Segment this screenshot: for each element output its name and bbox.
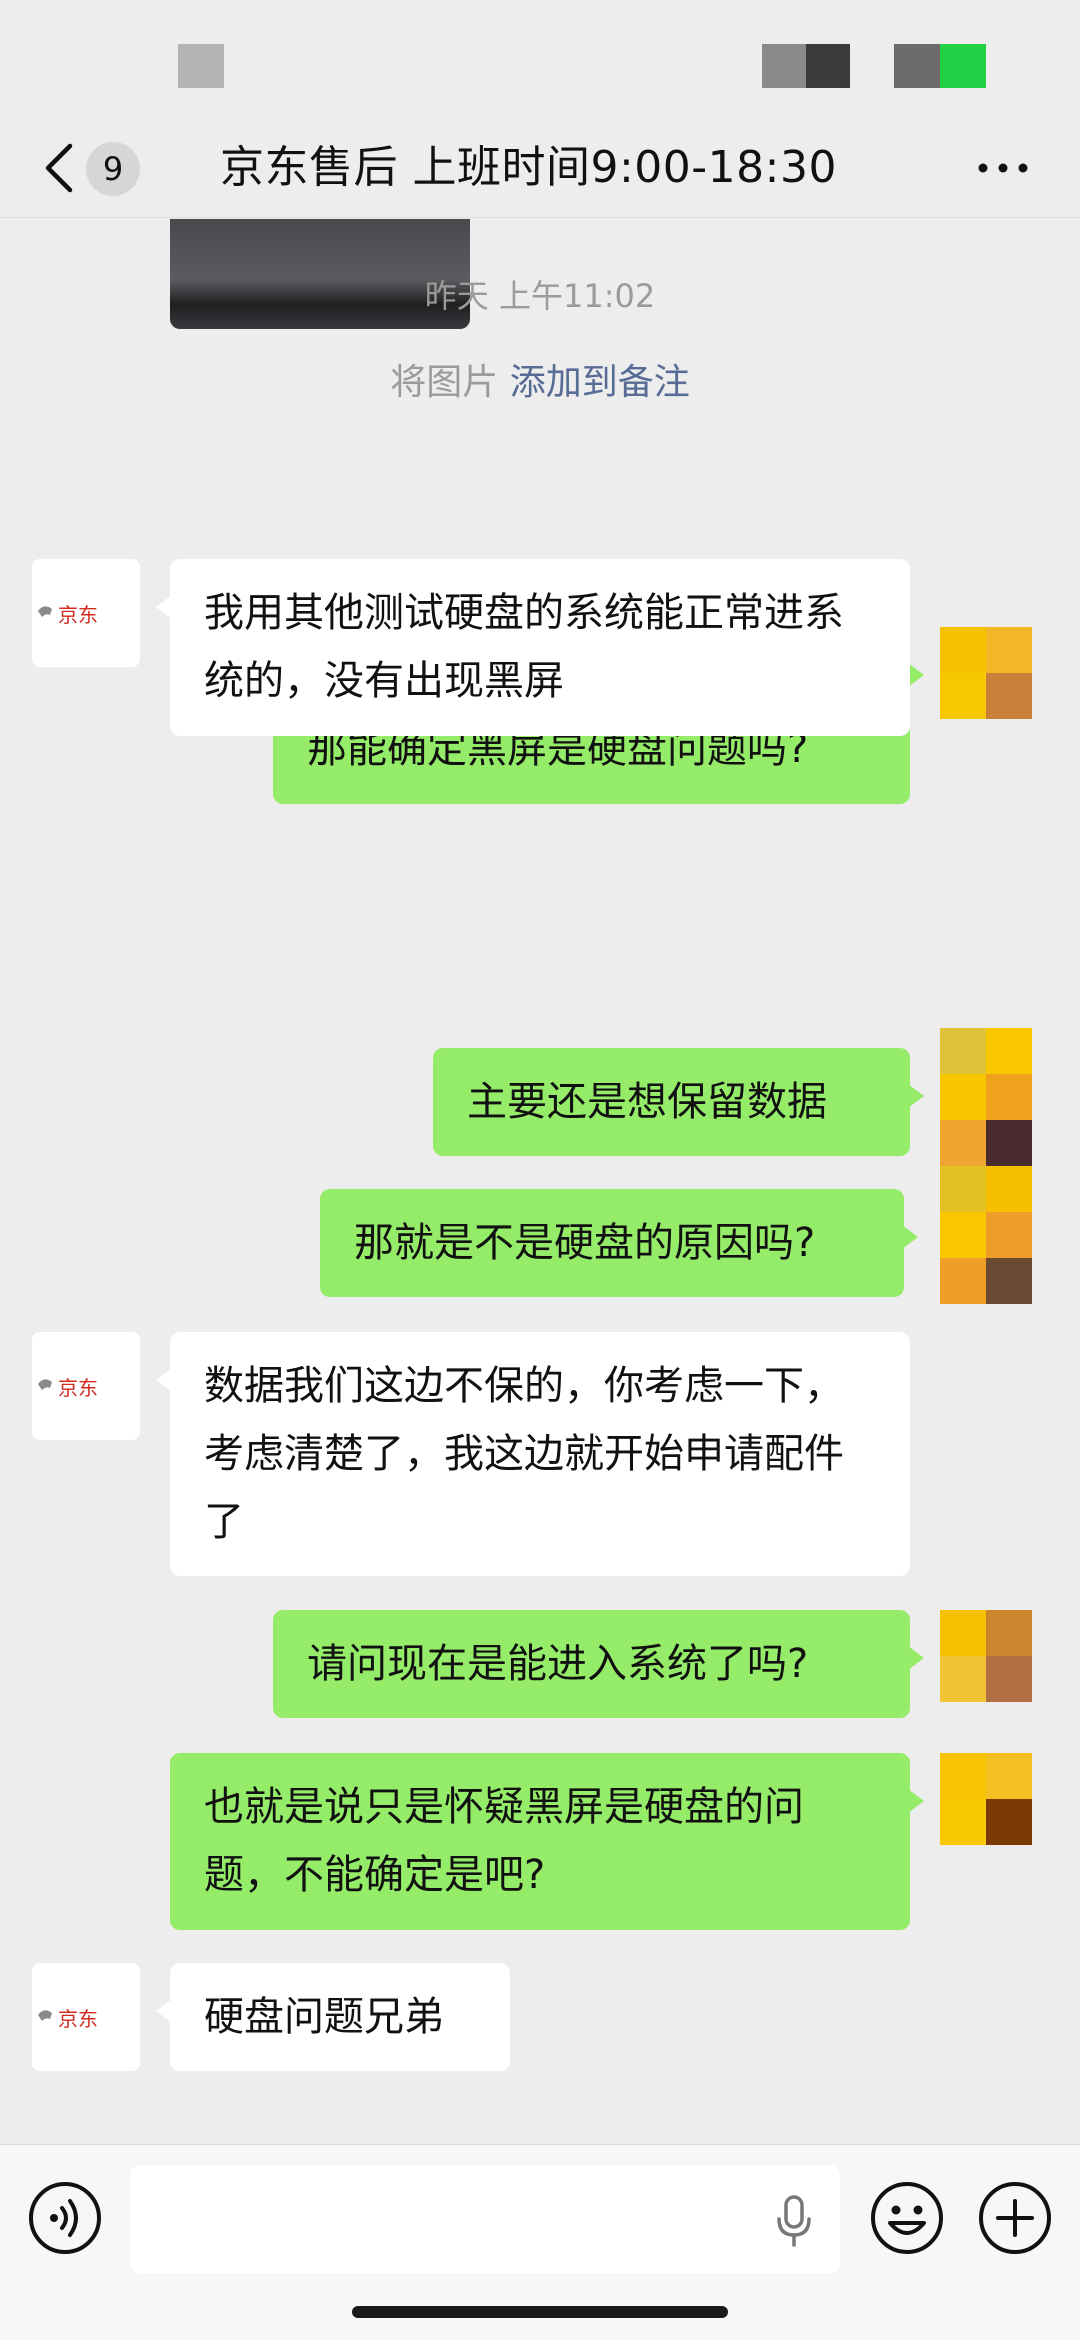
jd-logo-icon: 京东 bbox=[38, 2007, 98, 2031]
system-notice: 将图片 添加到备注 bbox=[0, 353, 1080, 405]
home-indicator[interactable] bbox=[352, 2306, 728, 2318]
my-avatar[interactable] bbox=[940, 1028, 1032, 1304]
jd-logo-icon: 京东 bbox=[38, 1376, 98, 1400]
chat-title: 京东售后 上班时间9:00-18:30 bbox=[220, 142, 837, 193]
voice-icon[interactable] bbox=[28, 2181, 102, 2255]
svg-text:京东: 京东 bbox=[58, 1376, 98, 1400]
jd-avatar[interactable]: 京东 bbox=[32, 1332, 140, 1440]
chevron-left-icon[interactable] bbox=[40, 130, 80, 206]
timestamp: 昨天 上午11:02 bbox=[424, 277, 656, 315]
status-time-redacted bbox=[178, 44, 224, 88]
svg-text:京东: 京东 bbox=[58, 603, 98, 627]
message-bubble-outgoing[interactable]: 请问现在是能进入系统了吗? bbox=[273, 1610, 924, 1718]
system-notice-text: 将图片 bbox=[390, 362, 510, 403]
jd-avatar[interactable]: 京东 bbox=[32, 559, 140, 667]
more-icon[interactable] bbox=[976, 152, 1030, 184]
status-bar bbox=[0, 0, 1080, 130]
message-input[interactable] bbox=[130, 2165, 840, 2273]
chat-header: 9 京东售后 上班时间9:00-18:30 bbox=[0, 118, 1080, 218]
chat-message-list[interactable]: 昨天 上午11:02 将图片 添加到备注 好的 那能确定黑屏是硬盘问题吗? 京东… bbox=[0, 219, 1080, 2144]
battery-level-icon bbox=[940, 44, 986, 88]
jd-logo-icon: 京东 bbox=[38, 603, 98, 627]
signal-icon bbox=[762, 44, 806, 88]
message-bubble-outgoing[interactable]: 也就是说只是怀疑黑屏是硬盘的问题，不能确定是吧? bbox=[170, 1753, 924, 1930]
svg-text:京东: 京东 bbox=[58, 2007, 98, 2031]
my-avatar[interactable] bbox=[940, 1610, 1032, 1702]
message-bubble-incoming[interactable]: 硬盘问题兄弟 bbox=[156, 1963, 510, 2071]
my-avatar[interactable] bbox=[940, 1753, 1032, 1845]
emoji-icon[interactable] bbox=[870, 2181, 944, 2255]
message-bubble-outgoing[interactable]: 主要还是想保留数据 bbox=[433, 1048, 924, 1156]
wifi-icon bbox=[806, 44, 850, 88]
unread-count-badge[interactable]: 9 bbox=[86, 142, 140, 196]
message-bubble-outgoing[interactable]: 那就是不是硬盘的原因吗? bbox=[320, 1189, 918, 1297]
jd-avatar[interactable]: 京东 bbox=[32, 1963, 140, 2071]
message-bubble-incoming[interactable]: 我用其他测试硬盘的系统能正常进系统的，没有出现黑屏 bbox=[156, 559, 910, 736]
battery-icon bbox=[894, 44, 940, 88]
microphone-icon[interactable] bbox=[774, 2195, 814, 2247]
plus-icon[interactable] bbox=[978, 2181, 1052, 2255]
my-avatar[interactable] bbox=[940, 627, 1032, 719]
message-bubble-incoming[interactable]: 数据我们这边不保的，你考虑一下，考虑清楚了，我这边就开始申请配件了 bbox=[156, 1332, 910, 1576]
add-to-remark-link[interactable]: 添加到备注 bbox=[510, 362, 690, 403]
